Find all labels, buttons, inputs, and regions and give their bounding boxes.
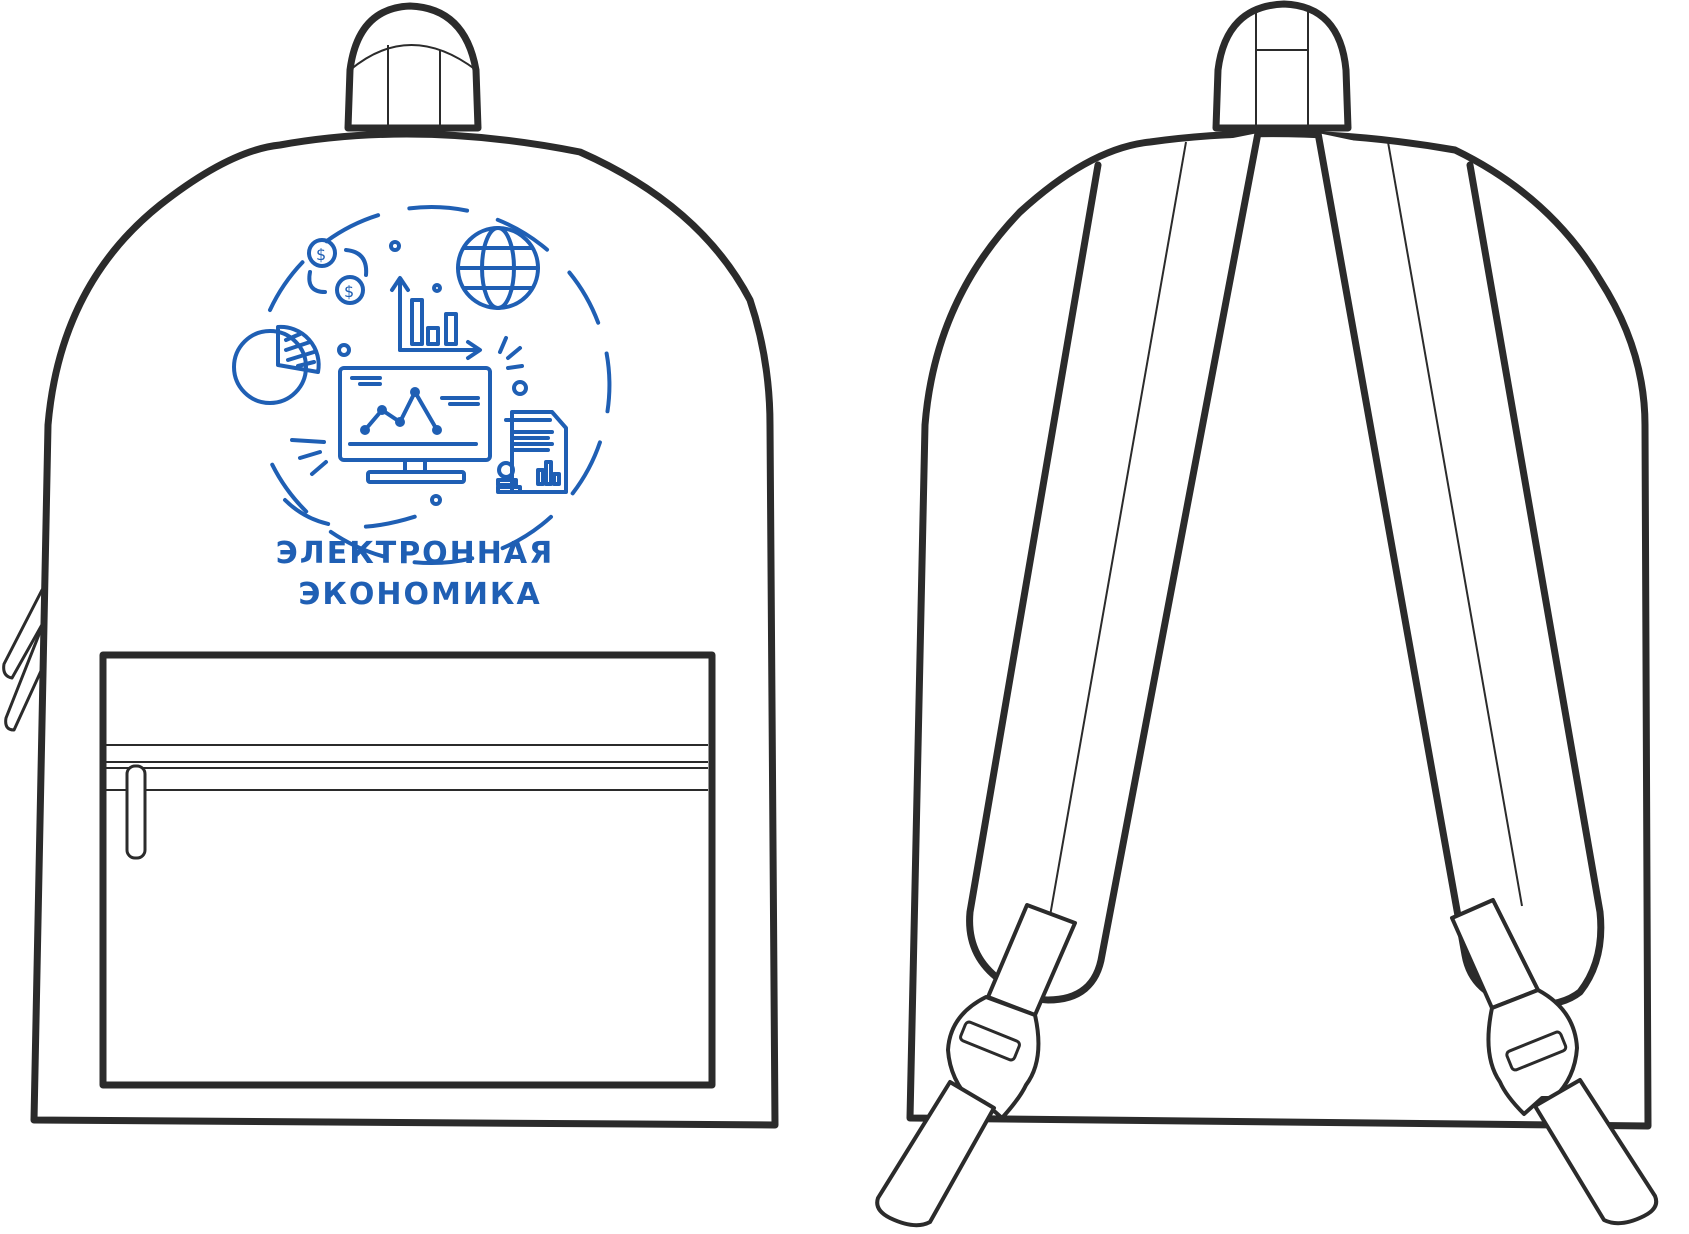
svg-text:$: $	[316, 245, 326, 264]
backpack-front-view: $ $ ЭЛЕКТРОННАЯ ЭКОНОМИКА	[2, 2, 779, 1129]
svg-text:$: $	[344, 282, 354, 301]
print-title-line-2: ЭКОНОМИКА	[298, 577, 541, 612]
front-top-handle	[344, 2, 482, 132]
pocket-zipper-pull	[125, 764, 147, 860]
print-title-line-1: ЭЛЕКТРОННАЯ	[276, 536, 554, 571]
backpack-drawing: $ $ ЭЛЕКТРОННАЯ ЭКОНОМИКА	[2, 0, 1659, 1228]
front-pocket	[99, 651, 716, 1089]
back-top-handle	[1212, 0, 1352, 132]
backpack-back-view	[875, 0, 1659, 1228]
